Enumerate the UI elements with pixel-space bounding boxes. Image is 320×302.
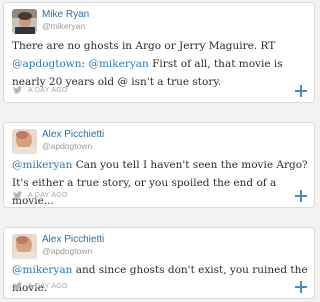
tweet-meta: A DAY AGO — [13, 190, 68, 202]
tweet-feed: Mike Ryan @mikeryan There are no ghosts … — [0, 0, 320, 302]
author-handle[interactable]: @apdogtown — [42, 246, 92, 257]
avatar[interactable] — [12, 129, 37, 154]
tweet-text: There are no ghosts in Argo or Jerry Mag… — [12, 37, 308, 91]
tweet-card: Mike Ryan @mikeryan There are no ghosts … — [3, 2, 315, 103]
author-name[interactable]: Alex Picchietti — [42, 234, 104, 246]
author-handle[interactable]: @apdogtown — [42, 141, 92, 152]
avatar[interactable] — [12, 9, 37, 34]
tweet-time[interactable]: A DAY AGO — [28, 283, 68, 290]
tweet-time[interactable]: A DAY AGO — [28, 87, 68, 94]
mention-link[interactable]: @mikeryan — [12, 264, 72, 276]
mention-link[interactable]: @mikeryan — [88, 58, 148, 70]
tweet-time[interactable]: A DAY AGO — [28, 192, 68, 199]
avatar[interactable] — [12, 234, 37, 259]
twitter-bird-icon — [13, 86, 22, 94]
tweet-card: Alex Picchietti @apdogtown @mikeryan and… — [3, 227, 315, 299]
tweet-meta: A DAY AGO — [13, 85, 68, 97]
author-name[interactable]: Alex Picchietti — [42, 129, 104, 141]
author-name[interactable]: Mike Ryan — [42, 9, 89, 21]
author-handle[interactable]: @mikeryan — [42, 21, 85, 32]
text-segment: There are no ghosts in Argo or Jerry Mag… — [12, 40, 276, 52]
twitter-bird-icon — [13, 191, 22, 199]
plus-icon[interactable] — [295, 190, 307, 202]
mention-link[interactable]: @apdogtown — [12, 58, 82, 70]
tweet-meta: A DAY AGO — [13, 281, 68, 293]
plus-icon[interactable] — [295, 85, 307, 97]
plus-icon[interactable] — [295, 281, 307, 293]
twitter-bird-icon — [13, 282, 22, 290]
tweet-card: Alex Picchietti @apdogtown @mikeryan Can… — [3, 122, 315, 208]
mention-link[interactable]: @mikeryan — [12, 159, 72, 171]
